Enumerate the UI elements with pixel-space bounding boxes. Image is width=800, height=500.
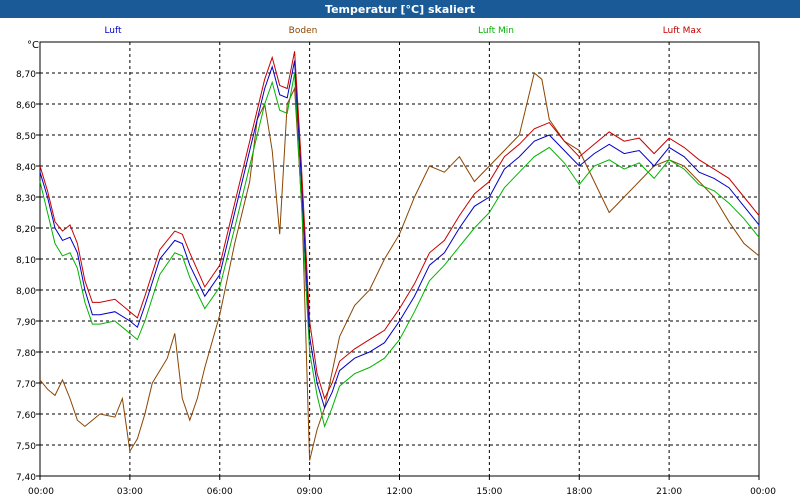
x-tick-time-label: 00:00 — [750, 487, 776, 497]
x-tick-time-label: 00:00 — [28, 487, 54, 497]
y-axis-unit-label: °C — [27, 40, 39, 51]
y-tick-label: 7,60 — [16, 411, 36, 421]
temperature-chart: 7,40 7,50 7,60 7,70 7,80 7,90 8,00 8,10 8,20 8,30… — [16, 26, 776, 497]
x-tick-time-label: 03:00 — [117, 487, 143, 497]
y-tick-label: 8,40 — [16, 163, 36, 173]
y-tick-label: 8,60 — [16, 101, 36, 111]
y-tick-label: 7,90 — [16, 318, 36, 328]
x-tick-time-label: 09:00 — [297, 487, 323, 497]
y-axis-ticks: 7,40 7,50 7,60 7,70 7,80 7,90 8,00 8,10 8,20 8,30… — [16, 70, 40, 483]
chart-title-bar: Temperatur [°C] skaliert — [0, 0, 800, 18]
y-tick-label: 8,10 — [16, 256, 36, 266]
x-tick-time-label: 21:00 — [656, 487, 682, 497]
y-tick-label: 8,50 — [16, 132, 36, 142]
y-tick-label: 8,30 — [16, 194, 36, 204]
legend-entry-luft-min: Luft Min — [478, 26, 514, 36]
legend-entry-luft: Luft — [104, 26, 122, 36]
y-tick-label: 7,70 — [16, 380, 36, 390]
legend-entry-luft-max: Luft Max — [663, 26, 702, 36]
x-axis-ticks: 00:0006.10.1903:0006.10.1906:0006.10.190… — [28, 476, 776, 497]
x-tick-time-label: 18:00 — [566, 487, 592, 497]
x-tick-time-label: 06:00 — [207, 487, 233, 497]
chart-title: Temperatur [°C] skaliert — [325, 2, 475, 16]
legend: Luft Boden Luft Min Luft Max — [104, 26, 702, 36]
legend-entry-boden: Boden — [289, 26, 318, 36]
y-tick-label: 8,20 — [16, 225, 36, 235]
x-tick-time-label: 15:00 — [476, 487, 502, 497]
y-tick-label: 7,50 — [16, 442, 36, 452]
y-tick-label: 7,80 — [16, 349, 36, 359]
x-tick-time-label: 12:00 — [387, 487, 413, 497]
y-tick-label: 8,70 — [16, 70, 36, 80]
y-tick-label: 8,00 — [16, 287, 36, 297]
y-tick-label: 7,40 — [16, 473, 36, 483]
